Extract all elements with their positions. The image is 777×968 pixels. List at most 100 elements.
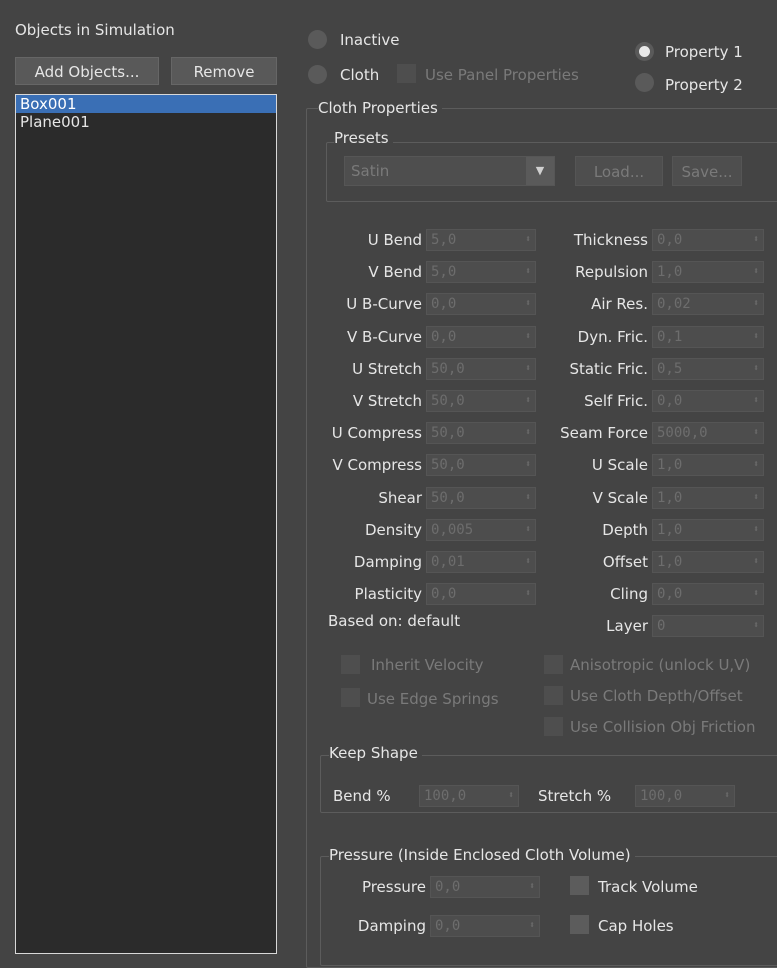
presets-title: Presets [334, 128, 393, 148]
param-label: Air Res. [591, 295, 648, 313]
load-button[interactable]: Load... [575, 156, 663, 186]
param-label: Repulsion [575, 263, 648, 281]
param-spinner[interactable]: 1,0 ⬍ [652, 551, 764, 573]
param-spinner[interactable]: 0,0 ⬍ [652, 229, 764, 251]
spinner-arrows-icon[interactable]: ⬍ [753, 327, 759, 347]
use-panel-properties-label: Use Panel Properties [425, 66, 579, 84]
use-cloth-depth-checkbox[interactable] [544, 686, 563, 705]
spinner-arrows-icon[interactable]: ⬍ [753, 391, 759, 411]
property2-radio[interactable] [635, 73, 654, 92]
add-objects-button[interactable]: Add Objects... [15, 57, 159, 85]
param-label: U Stretch [352, 360, 422, 378]
spinner-arrows-icon[interactable]: ⬍ [753, 262, 759, 282]
stretch-percent-label: Stretch % [538, 787, 612, 805]
param-label: V Scale [592, 489, 648, 507]
param-label: Depth [602, 521, 648, 539]
param-label: Cling [610, 585, 648, 603]
cap-holes-checkbox[interactable] [570, 915, 589, 934]
save-button[interactable]: Save... [672, 156, 742, 186]
param-label: Offset [602, 553, 648, 571]
pressure-title: Pressure (Inside Enclosed Cloth Volume) [329, 845, 635, 865]
param-label: V Bend [368, 263, 422, 281]
spinner-arrows-icon[interactable]: ⬍ [724, 786, 730, 806]
anisotropic-label: Anisotropic (unlock U,V) [570, 656, 751, 674]
pressure-group [320, 856, 777, 966]
param-spinner[interactable]: 1,0 ⬍ [652, 454, 764, 476]
cloth-properties-title: Cloth Properties [318, 98, 442, 118]
param-label: Plasticity [354, 585, 422, 603]
bend-percent-label: Bend % [333, 787, 391, 805]
preset-dropdown[interactable]: Satin ▼ [344, 156, 555, 186]
spinner-arrows-icon[interactable]: ⬍ [529, 916, 535, 936]
pressure-damping-label: Damping [357, 917, 426, 935]
param-label: Self Fric. [584, 392, 648, 410]
param-spinner[interactable]: 0,1 ⬍ [652, 326, 764, 348]
pressure-damping-spinner[interactable]: 0,0 ⬍ [430, 915, 540, 937]
cap-holes-label: Cap Holes [598, 917, 674, 935]
spinner-arrows-icon[interactable]: ⬍ [753, 616, 759, 636]
objects-list[interactable]: Box001 Plane001 [15, 94, 277, 954]
inactive-label: Inactive [340, 31, 400, 49]
cloth-radio[interactable] [308, 65, 327, 84]
param-label: U Scale [591, 456, 648, 474]
anisotropic-checkbox[interactable] [544, 655, 563, 674]
param-label: Static Fric. [569, 360, 648, 378]
param-label: Dyn. Fric. [577, 328, 648, 346]
inherit-velocity-checkbox[interactable] [341, 655, 360, 674]
spinner-arrows-icon[interactable]: ⬍ [753, 455, 759, 475]
list-item[interactable]: Plane001 [16, 113, 276, 131]
param-spinner[interactable]: 0,02 ⬍ [652, 293, 764, 315]
spinner-arrows-icon[interactable]: ⬍ [753, 423, 759, 443]
param-spinner[interactable]: 5000,0 ⬍ [652, 422, 764, 444]
param-label: Damping [353, 553, 422, 571]
param-label: V Stretch [352, 392, 422, 410]
keep-shape-title: Keep Shape [329, 743, 422, 763]
list-item[interactable]: Box001 [16, 95, 276, 113]
param-label: Layer [606, 617, 648, 635]
param-label: V B-Curve [347, 328, 422, 346]
stretch-percent-spinner[interactable]: 100,0 ⬍ [635, 785, 735, 807]
param-spinner[interactable]: 1,0 ⬍ [652, 519, 764, 541]
dropdown-arrow-icon: ▼ [526, 157, 554, 185]
bend-percent-spinner[interactable]: 100,0 ⬍ [419, 785, 519, 807]
use-collision-friction-label: Use Collision Obj Friction [570, 718, 756, 736]
spinner-arrows-icon[interactable]: ⬍ [753, 552, 759, 572]
inherit-velocity-label: Inherit Velocity [371, 656, 484, 674]
param-spinner[interactable]: 1,0 ⬍ [652, 487, 764, 509]
property1-label: Property 1 [665, 43, 743, 61]
spinner-arrows-icon[interactable]: ⬍ [753, 294, 759, 314]
objects-panel-title: Objects in Simulation [15, 21, 175, 39]
remove-button[interactable]: Remove [171, 57, 277, 85]
pressure-spinner[interactable]: 0,0 ⬍ [430, 876, 540, 898]
use-collision-friction-checkbox[interactable] [544, 717, 563, 736]
param-label: Shear [378, 489, 422, 507]
param-label: U B-Curve [346, 295, 422, 313]
use-panel-properties-checkbox[interactable] [397, 64, 416, 83]
track-volume-checkbox[interactable] [570, 876, 589, 895]
param-spinner[interactable]: 0,0 ⬍ [652, 390, 764, 412]
use-edge-springs-label: Use Edge Springs [367, 690, 499, 708]
spinner-arrows-icon[interactable]: ⬍ [753, 359, 759, 379]
param-spinner[interactable]: 0,5 ⬍ [652, 358, 764, 380]
inactive-radio[interactable] [308, 30, 327, 49]
property1-radio[interactable] [635, 42, 654, 61]
spinner-arrows-icon[interactable]: ⬍ [529, 877, 535, 897]
param-spinner[interactable]: 0 ⬍ [652, 615, 764, 637]
spinner-arrows-icon[interactable]: ⬍ [753, 584, 759, 604]
property2-label: Property 2 [665, 76, 743, 94]
spinner-arrows-icon[interactable]: ⬍ [753, 520, 759, 540]
use-cloth-depth-label: Use Cloth Depth/Offset [570, 687, 743, 705]
track-volume-label: Track Volume [598, 878, 698, 896]
spinner-arrows-icon[interactable]: ⬍ [753, 230, 759, 250]
cloth-label: Cloth [340, 66, 380, 84]
param-spinner[interactable]: 0,0 ⬍ [652, 583, 764, 605]
based-on-label: Based on: default [328, 612, 461, 630]
param-label: V Compress [332, 456, 422, 474]
spinner-arrows-icon[interactable]: ⬍ [508, 786, 514, 806]
param-label: Seam Force [560, 424, 648, 442]
param-spinner[interactable]: 1,0 ⬍ [652, 261, 764, 283]
pressure-label: Pressure [361, 878, 426, 896]
use-edge-springs-checkbox[interactable] [341, 688, 360, 707]
param-label: Density [364, 521, 422, 539]
spinner-arrows-icon[interactable]: ⬍ [753, 488, 759, 508]
